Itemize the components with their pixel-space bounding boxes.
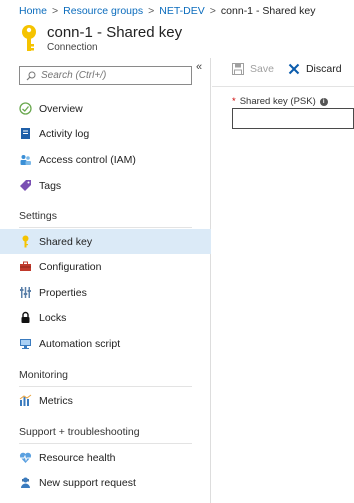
nav-item-properties[interactable]: Properties [0,280,211,305]
breadcrumb-separator: > [209,5,216,17]
nav-label: Metrics [39,394,73,407]
metrics-icon [19,394,32,407]
section-header-settings: Settings [19,210,192,228]
nav-item-activity-log[interactable]: Activity log [0,121,211,146]
blade-header: conn-1 - Shared key Connection [0,22,354,58]
nav-label: New support request [39,476,136,489]
command-bar: Save Discard [232,63,354,75]
nav-item-tags[interactable]: Tags [0,173,211,198]
discard-button[interactable]: Discard [288,63,342,75]
breadcrumb-home[interactable]: Home [19,5,47,17]
psk-label-text: Shared key (PSK) [239,96,316,107]
breadcrumb-separator: > [52,5,59,17]
nav-item-access-control[interactable]: Access control (IAM) [0,147,211,172]
nav-item-metrics[interactable]: Metrics [0,388,211,413]
nav-label: Shared key [39,235,93,248]
shared-key-input[interactable] [232,108,354,129]
breadcrumb-net-dev[interactable]: NET-DEV [159,5,205,17]
nav-label: Overview [39,102,83,115]
search-icon [26,71,36,80]
save-icon [232,63,244,75]
toolbox-icon [19,260,32,273]
nav-label: Properties [39,286,87,299]
nav-item-overview[interactable]: Overview [0,96,211,121]
content-pane: Save Discard * Shared key (PSK) i [212,58,354,503]
breadcrumb-current: conn-1 - Shared key [220,5,316,17]
section-header-monitoring: Monitoring [19,369,192,387]
key-icon [19,235,32,248]
nav-label: Locks [39,311,67,324]
tag-icon [19,179,32,192]
nav-label: Access control (IAM) [39,153,136,166]
command-bar-divider [212,86,354,87]
close-icon [288,63,300,75]
save-label: Save [250,63,274,75]
nav-label: Automation script [39,337,121,350]
page-subtitle: Connection [47,42,98,53]
section-header-support: Support + troubleshooting [19,426,192,444]
collapse-menu-icon[interactable]: « [196,61,202,73]
automation-script-icon [19,337,32,350]
breadcrumb-resource-groups[interactable]: Resource groups [63,5,143,17]
nav-label: Tags [39,179,62,192]
properties-icon [19,286,32,299]
nav-item-locks[interactable]: Locks [0,305,211,330]
search-input[interactable] [41,70,181,81]
discard-label: Discard [305,63,342,75]
save-button[interactable]: Save [232,63,274,75]
info-icon[interactable]: i [319,97,328,106]
overview-icon [19,102,32,115]
lock-icon [19,311,32,324]
required-marker: * [232,96,236,107]
nav-label: Resource health [39,451,116,464]
support-person-icon [19,476,32,489]
nav-item-resource-health[interactable]: Resource health [0,445,211,470]
nav-label: Configuration [39,260,102,273]
breadcrumb-separator: > [148,5,155,17]
nav-item-new-support-request[interactable]: New support request [0,470,211,495]
people-icon [19,153,32,166]
heart-icon [19,451,32,464]
page-title: conn-1 - Shared key [47,24,183,41]
key-icon [22,25,36,51]
nav-item-automation-script[interactable]: Automation script [0,331,211,356]
breadcrumb: Home > Resource groups > NET-DEV > conn-… [0,0,354,22]
activity-log-icon [19,127,32,140]
psk-field-label: * Shared key (PSK) i [232,96,328,107]
nav-label: Activity log [39,127,90,140]
nav-item-shared-key[interactable]: Shared key [0,229,211,254]
search-box[interactable] [19,66,192,85]
nav-item-configuration[interactable]: Configuration [0,254,211,279]
resource-menu: « Overview Activity log Access control (… [0,58,211,503]
